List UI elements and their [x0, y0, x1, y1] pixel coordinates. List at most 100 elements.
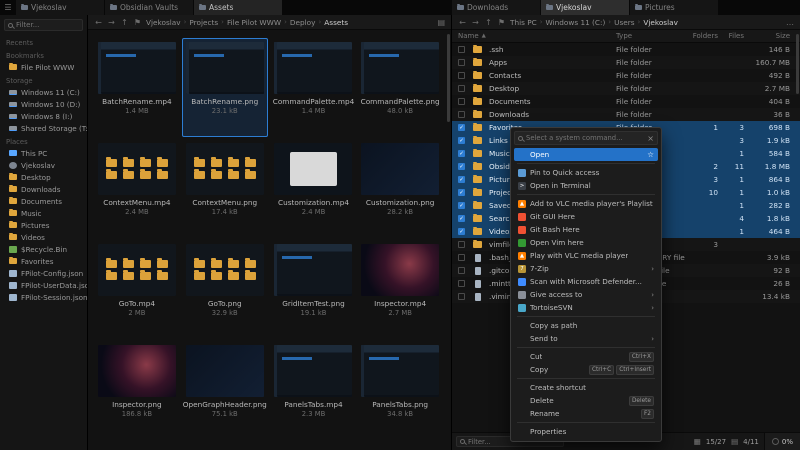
breadcrumb-item[interactable]: Assets	[324, 18, 348, 27]
grid-file-item[interactable]: BatchRename.mp4 1.4 MB	[96, 38, 178, 137]
sidebar-item[interactable]: Documents	[0, 195, 87, 207]
table-row[interactable]: Documents File folder 404 B	[452, 95, 800, 108]
grid-file-item[interactable]: PanelsTabs.png 34.8 kB	[359, 341, 441, 440]
file-thumbnail[interactable]	[98, 42, 176, 94]
grid-file-item[interactable]: Inspector.mp4 2.7 MB	[359, 240, 441, 339]
grid-view-count-icon[interactable]: ▦	[694, 437, 701, 446]
row-checkbox[interactable]: ✓	[458, 202, 465, 209]
bookmark-icon[interactable]: ⚑	[497, 18, 506, 27]
breadcrumb-item[interactable]: Windows 11 (C:)	[546, 18, 606, 27]
breadcrumb-item[interactable]: File Pilot WWW	[227, 18, 281, 27]
sidebar-item[interactable]: $Recycle.Bin	[0, 243, 87, 255]
context-menu-item[interactable]: Delete Delete	[514, 394, 658, 407]
context-menu-item[interactable]: Copy as path	[514, 319, 658, 332]
forward-icon[interactable]: →	[471, 18, 480, 27]
up-icon[interactable]: ↑	[484, 18, 493, 27]
sidebar-item[interactable]: Vjekoslav	[0, 159, 87, 171]
context-menu-item[interactable]: Open Vim here	[514, 236, 658, 249]
context-menu-item[interactable]: Pin to Quick access	[514, 166, 658, 179]
grid-file-item[interactable]: GridItemTest.png 19.1 kB	[272, 240, 355, 339]
row-checkbox[interactable]: ✓	[458, 150, 465, 157]
context-menu-item[interactable]: Git Bash Here	[514, 223, 658, 236]
tab[interactable]: Obsidian Vaults	[105, 0, 193, 15]
row-checkbox[interactable]: ✓	[458, 189, 465, 196]
row-checkbox[interactable]	[458, 59, 465, 66]
grid-file-item[interactable]: Inspector.png 186.8 kB	[96, 341, 178, 440]
column-name[interactable]: Name	[458, 32, 479, 40]
sidebar-item[interactable]: Windows 10 (D:)	[0, 98, 87, 110]
sidebar-item[interactable]: Downloads	[0, 183, 87, 195]
file-thumbnail[interactable]	[274, 143, 352, 195]
sidebar-item[interactable]: Favorites	[0, 255, 87, 267]
sidebar-item[interactable]: Windows 8 (I:)	[0, 110, 87, 122]
sidebar-filter-field[interactable]	[16, 21, 79, 29]
sidebar-item[interactable]: FPilot-Config.json	[0, 267, 87, 279]
row-checkbox[interactable]	[458, 85, 465, 92]
sidebar-item[interactable]: Shared Storage (T:)	[0, 122, 87, 134]
row-checkbox[interactable]	[458, 254, 465, 261]
file-thumbnail[interactable]	[274, 345, 352, 397]
command-search-field[interactable]	[526, 134, 644, 142]
file-thumbnail[interactable]	[361, 345, 439, 397]
sidebar-item[interactable]: FPilot-Session.json	[0, 291, 87, 303]
sidebar-item[interactable]: Windows 11 (C:)	[0, 86, 87, 98]
row-checkbox[interactable]	[458, 72, 465, 79]
sidebar-item[interactable]: Music	[0, 207, 87, 219]
command-search-input[interactable]: ×	[514, 131, 658, 145]
grid-file-item[interactable]: CommandPalette.mp4 1.4 MB	[272, 38, 355, 137]
sidebar-filter-input[interactable]	[4, 19, 83, 31]
file-thumbnail[interactable]	[98, 244, 176, 296]
tab[interactable]: Assets	[194, 0, 282, 15]
breadcrumb-item[interactable]: Deploy	[290, 18, 316, 27]
file-thumbnail[interactable]	[274, 42, 352, 94]
grid-file-item[interactable]: GoTo.mp4 2 MB	[96, 240, 178, 339]
more-icon[interactable]: …	[786, 18, 794, 27]
row-checkbox[interactable]: ✓	[458, 124, 465, 131]
breadcrumb-item[interactable]: Projects	[189, 18, 218, 27]
grid-file-item[interactable]: ContextMenu.png 17.4 kB	[182, 139, 268, 238]
grid-file-item[interactable]: PanelsTabs.mp4 2.3 MB	[272, 341, 355, 440]
back-icon[interactable]: ←	[458, 18, 467, 27]
breadcrumb-item[interactable]: This PC	[510, 18, 537, 27]
row-checkbox[interactable]	[458, 241, 465, 248]
favorite-star-icon[interactable]: ☆	[647, 150, 654, 159]
row-checkbox[interactable]	[458, 293, 465, 300]
table-row[interactable]: Downloads File folder 36 B	[452, 108, 800, 121]
context-menu-item[interactable]: 7 7-Zip ›	[514, 262, 658, 275]
context-menu-item[interactable]: Give access to ›	[514, 288, 658, 301]
grid-file-item[interactable]: BatchRename.png 23.1 kB	[182, 38, 268, 137]
grid-file-item[interactable]: GoTo.png 32.9 kB	[182, 240, 268, 339]
context-menu-item[interactable]: Send to ›	[514, 332, 658, 345]
back-icon[interactable]: ←	[94, 18, 103, 27]
sidebar-section-title[interactable]: Places	[0, 134, 87, 147]
context-menu-item[interactable]: Create shortcut	[514, 381, 658, 394]
context-menu-item[interactable]: Git GUI Here	[514, 210, 658, 223]
sidebar-toggle-icon[interactable]: ☰	[0, 0, 16, 15]
right-scrollbar[interactable]	[796, 32, 799, 446]
file-thumbnail[interactable]	[361, 244, 439, 296]
row-checkbox[interactable]: ✓	[458, 137, 465, 144]
close-icon[interactable]: ×	[647, 134, 654, 143]
row-checkbox[interactable]: ✓	[458, 163, 465, 170]
context-menu-item[interactable]: Open ☆	[514, 148, 658, 161]
file-thumbnail[interactable]	[186, 143, 264, 195]
sidebar-section-title[interactable]: Recents	[0, 35, 87, 48]
table-row[interactable]: Apps File folder 160.7 MB	[452, 56, 800, 69]
column-files[interactable]: Files	[718, 32, 744, 40]
table-row[interactable]: .ssh File folder 146 B	[452, 43, 800, 56]
list-view-count-icon[interactable]: ▤	[731, 437, 738, 446]
file-thumbnail[interactable]	[361, 42, 439, 94]
tab[interactable]: Pictures	[630, 0, 718, 15]
context-menu-item[interactable]: ▲ Play with VLC media player	[514, 249, 658, 262]
view-mode-icon[interactable]: ▤	[437, 18, 445, 27]
bookmark-icon[interactable]: ⚑	[133, 18, 142, 27]
row-checkbox[interactable]: ✓	[458, 215, 465, 222]
context-menu-item[interactable]: ▲ Add to VLC media player's Playlist	[514, 197, 658, 210]
column-type[interactable]: Type	[616, 32, 688, 40]
file-thumbnail[interactable]	[361, 143, 439, 195]
sidebar-section-title[interactable]: Bookmarks	[0, 48, 87, 61]
table-row[interactable]: Desktop File folder 2.7 MB	[452, 82, 800, 95]
row-checkbox[interactable]	[458, 267, 465, 274]
file-thumbnail[interactable]	[186, 345, 264, 397]
sidebar-item[interactable]: File Pilot WWW	[0, 61, 87, 73]
